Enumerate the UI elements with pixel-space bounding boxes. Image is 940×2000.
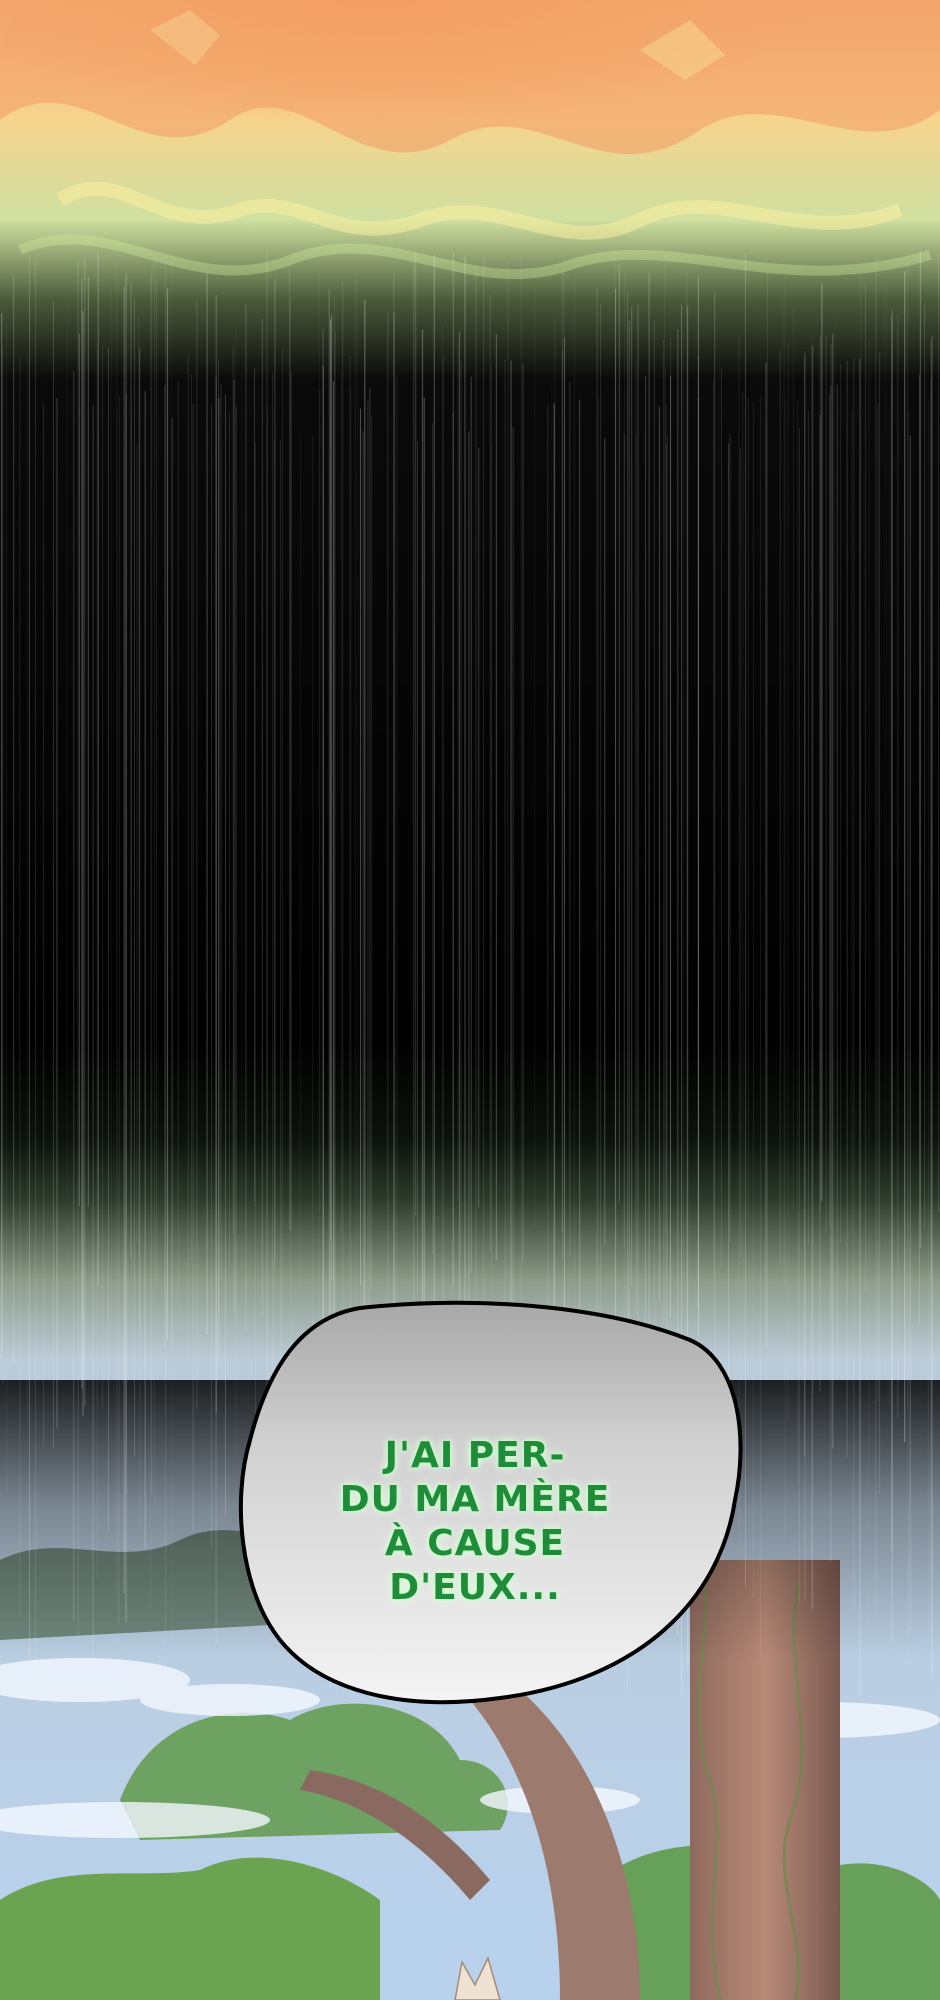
speech-bubble-text: J'AI PER- DU MA MÈRE À CAUSE D'EUX... <box>310 1434 640 1610</box>
panel-art <box>0 0 940 2000</box>
bubble-line: DU MA MÈRE <box>339 1479 611 1520</box>
bubble-line: À CAUSE <box>384 1523 566 1564</box>
bubble-line: J'AI PER- <box>384 1435 566 1476</box>
webtoon-panel: J'AI PER- DU MA MÈRE À CAUSE D'EUX... <box>0 0 940 2000</box>
bubble-line: D'EUX... <box>389 1567 561 1608</box>
